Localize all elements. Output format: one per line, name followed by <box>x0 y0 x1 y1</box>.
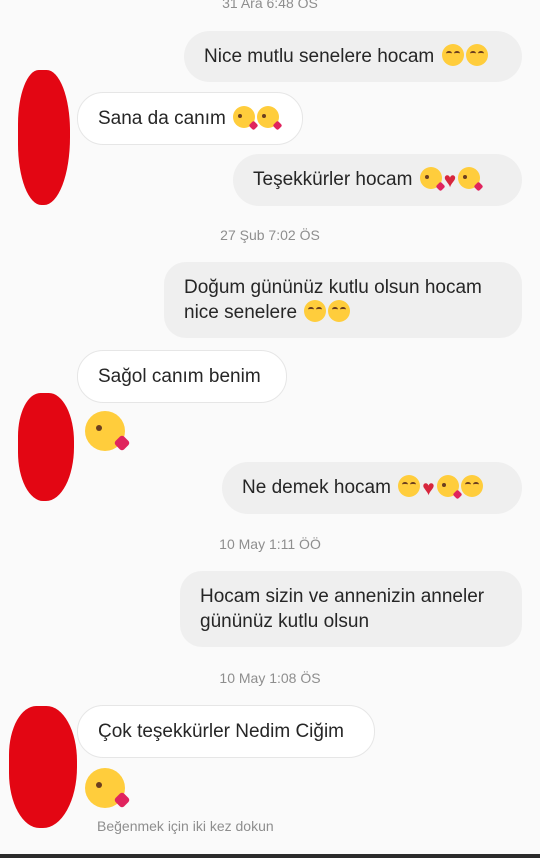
kissing-face-icon <box>436 475 459 497</box>
kissing-face-icon[interactable] <box>85 411 125 451</box>
message-outgoing[interactable]: Nice mutlu senelere hocam <box>184 31 522 82</box>
smiling-face-icon <box>304 300 327 322</box>
message-text: Nice mutlu senelere hocam <box>204 46 435 67</box>
message-text: gününüz kutlu olsun <box>200 611 370 632</box>
red-heart-icon: ♥ <box>422 477 435 500</box>
redaction-mark <box>9 706 77 828</box>
message-outgoing[interactable]: Ne demek hocam ♥ <box>222 462 522 514</box>
message-text: Doğum gününüz kutlu olsun hocam <box>184 277 482 298</box>
timestamp: 27 Şub 7:02 ÖS <box>220 227 320 243</box>
kissing-face-icon <box>419 167 442 189</box>
message-outgoing[interactable]: Hocam sizin ve annenizin anneler gününüz… <box>180 571 522 647</box>
redaction-mark <box>18 393 74 501</box>
message-text: Ne demek hocam <box>242 477 391 498</box>
kissing-face-icon[interactable] <box>85 768 125 808</box>
message-incoming[interactable]: Sağol canım benim <box>77 350 287 403</box>
kissing-face-icon <box>233 106 256 128</box>
kissing-face-icon <box>458 167 481 189</box>
kissing-face-icon <box>257 106 280 128</box>
message-incoming[interactable]: Sana da canım <box>77 92 303 145</box>
smiling-face-icon <box>441 44 464 66</box>
message-text: Hocam sizin ve annenizin anneler <box>200 586 485 607</box>
bottom-bar <box>0 854 540 858</box>
smiling-face-icon <box>465 44 488 66</box>
timestamp: 10 May 1:08 ÖS <box>219 670 321 686</box>
message-text: Çok teşekkürler Nedim Ciğim <box>98 721 345 742</box>
redaction-mark <box>18 70 70 205</box>
smiling-face-icon <box>398 475 421 497</box>
message-incoming[interactable]: Çok teşekkürler Nedim Ciğim <box>77 705 375 758</box>
smiling-face-icon <box>460 475 483 497</box>
message-outgoing[interactable]: Doğum gününüz kutlu olsun hocam nice sen… <box>164 262 522 338</box>
message-text: Sana da canım <box>98 108 226 129</box>
smiling-face-icon <box>328 300 351 322</box>
double-tap-hint: Beğenmek için iki kez dokun <box>97 818 274 834</box>
message-text: Teşekkürler hocam <box>253 169 413 190</box>
message-text: nice senelere <box>184 302 298 323</box>
timestamp: 31 Ara 6:48 ÖS <box>222 0 318 11</box>
message-text: Sağol canım benim <box>98 366 261 387</box>
timestamp: 10 May 1:11 ÖÖ <box>219 536 321 552</box>
red-heart-icon: ♥ <box>443 169 457 192</box>
message-outgoing[interactable]: Teşekkürler hocam ♥ <box>233 154 522 206</box>
